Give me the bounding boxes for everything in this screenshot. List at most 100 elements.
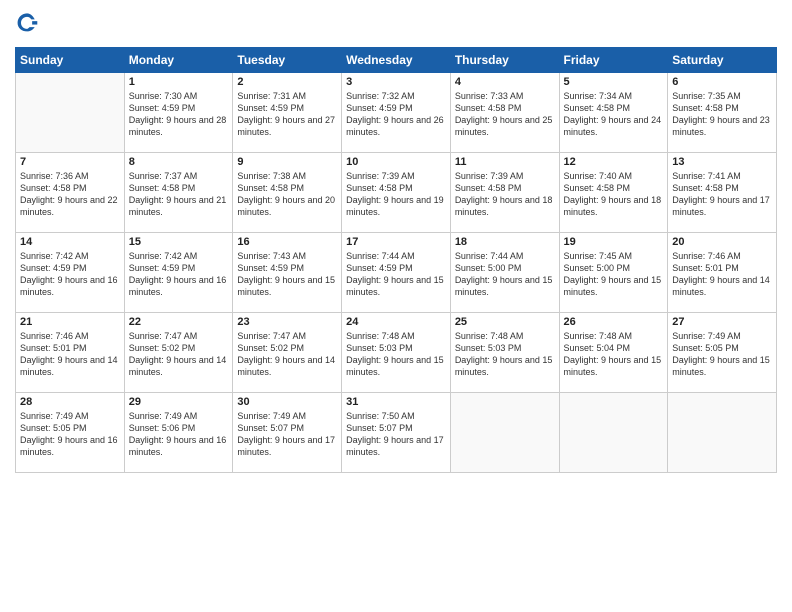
calendar-cell: 10 Sunrise: 7:39 AMSunset: 4:58 PMDayligh…	[342, 153, 451, 233]
calendar-cell	[668, 393, 777, 473]
calendar-header-saturday: Saturday	[668, 48, 777, 73]
day-number: 24	[346, 316, 446, 328]
calendar-cell: 4 Sunrise: 7:33 AMSunset: 4:58 PMDaylight…	[450, 73, 559, 153]
day-info: Sunrise: 7:48 AMSunset: 5:04 PMDaylight:…	[564, 330, 664, 379]
logo-icon	[15, 10, 39, 34]
day-info: Sunrise: 7:47 AMSunset: 5:02 PMDaylight:…	[129, 330, 229, 379]
day-info: Sunrise: 7:50 AMSunset: 5:07 PMDaylight:…	[346, 410, 446, 459]
calendar-cell: 12 Sunrise: 7:40 AMSunset: 4:58 PMDayligh…	[559, 153, 668, 233]
calendar-cell: 25 Sunrise: 7:48 AMSunset: 5:03 PMDayligh…	[450, 313, 559, 393]
calendar-cell: 30Sunrise: 7:49 AMSunset: 5:07 PMDayligh…	[233, 393, 342, 473]
day-number: 8	[129, 156, 229, 168]
day-number: 15	[129, 236, 229, 248]
calendar-cell: 24 Sunrise: 7:48 AMSunset: 5:03 PMDayligh…	[342, 313, 451, 393]
calendar-cell: 31 Sunrise: 7:50 AMSunset: 5:07 PMDayligh…	[342, 393, 451, 473]
day-info: Sunrise: 7:35 AMSunset: 4:58 PMDaylight:…	[672, 90, 772, 139]
day-info: Sunrise: 7:48 AMSunset: 5:03 PMDaylight:…	[455, 330, 555, 379]
calendar-header-tuesday: Tuesday	[233, 48, 342, 73]
day-info: Sunrise: 7:37 AMSunset: 4:58 PMDaylight:…	[129, 170, 229, 219]
day-info: Sunrise: 7:36 AMSunset: 4:58 PMDaylight:…	[20, 170, 120, 219]
calendar-page: SundayMondayTuesdayWednesdayThursdayFrid…	[0, 0, 792, 612]
calendar-cell: 21Sunrise: 7:46 AMSunset: 5:01 PMDayligh…	[16, 313, 125, 393]
day-number: 22	[129, 316, 229, 328]
day-number: 16	[237, 236, 337, 248]
calendar-cell: 28 Sunrise: 7:49 AMSunset: 5:05 PMDayligh…	[16, 393, 125, 473]
calendar-week-4: 28 Sunrise: 7:49 AMSunset: 5:05 PMDayligh…	[16, 393, 777, 473]
calendar-cell: 3 Sunrise: 7:32 AMSunset: 4:59 PMDaylight…	[342, 73, 451, 153]
calendar-header-monday: Monday	[124, 48, 233, 73]
day-number: 9	[237, 156, 337, 168]
day-info: Sunrise: 7:49 AMSunset: 5:06 PMDaylight:…	[129, 410, 229, 459]
calendar-table: SundayMondayTuesdayWednesdayThursdayFrid…	[15, 47, 777, 473]
day-number: 2	[237, 76, 337, 88]
calendar-cell: 14Sunrise: 7:42 AMSunset: 4:59 PMDayligh…	[16, 233, 125, 313]
day-number: 12	[564, 156, 664, 168]
day-info: Sunrise: 7:38 AMSunset: 4:58 PMDaylight:…	[237, 170, 337, 219]
calendar-header-sunday: Sunday	[16, 48, 125, 73]
calendar-week-1: 7 Sunrise: 7:36 AMSunset: 4:58 PMDaylight…	[16, 153, 777, 233]
day-info: Sunrise: 7:44 AMSunset: 5:00 PMDaylight:…	[455, 250, 555, 299]
day-number: 29	[129, 396, 229, 408]
day-info: Sunrise: 7:32 AMSunset: 4:59 PMDaylight:…	[346, 90, 446, 139]
calendar-cell: 23 Sunrise: 7:47 AMSunset: 5:02 PMDayligh…	[233, 313, 342, 393]
day-info: Sunrise: 7:45 AMSunset: 5:00 PMDaylight:…	[564, 250, 664, 299]
calendar-cell: 29 Sunrise: 7:49 AMSunset: 5:06 PMDayligh…	[124, 393, 233, 473]
calendar-cell	[450, 393, 559, 473]
day-info: Sunrise: 7:49 AMSunset: 5:05 PMDaylight:…	[672, 330, 772, 379]
calendar-week-0: 1 Sunrise: 7:30 AMSunset: 4:59 PMDaylight…	[16, 73, 777, 153]
calendar-cell: 6Sunrise: 7:35 AMSunset: 4:58 PMDaylight…	[668, 73, 777, 153]
calendar-cell: 2 Sunrise: 7:31 AMSunset: 4:59 PMDaylight…	[233, 73, 342, 153]
day-info: Sunrise: 7:44 AMSunset: 4:59 PMDaylight:…	[346, 250, 446, 299]
calendar-header-wednesday: Wednesday	[342, 48, 451, 73]
day-info: Sunrise: 7:46 AMSunset: 5:01 PMDaylight:…	[672, 250, 772, 299]
day-number: 17	[346, 236, 446, 248]
calendar-header-row: SundayMondayTuesdayWednesdayThursdayFrid…	[16, 48, 777, 73]
day-info: Sunrise: 7:31 AMSunset: 4:59 PMDaylight:…	[237, 90, 337, 139]
calendar-cell: 5Sunrise: 7:34 AMSunset: 4:58 PMDaylight…	[559, 73, 668, 153]
day-info: Sunrise: 7:47 AMSunset: 5:02 PMDaylight:…	[237, 330, 337, 379]
calendar-cell: 15 Sunrise: 7:42 AMSunset: 4:59 PMDayligh…	[124, 233, 233, 313]
calendar-cell: 16 Sunrise: 7:43 AMSunset: 4:59 PMDayligh…	[233, 233, 342, 313]
logo	[15, 10, 41, 39]
calendar-cell: 9 Sunrise: 7:38 AMSunset: 4:58 PMDaylight…	[233, 153, 342, 233]
day-number: 31	[346, 396, 446, 408]
day-info: Sunrise: 7:33 AMSunset: 4:58 PMDaylight:…	[455, 90, 555, 139]
day-number: 25	[455, 316, 555, 328]
day-info: Sunrise: 7:46 AMSunset: 5:01 PMDaylight:…	[20, 330, 120, 379]
calendar-week-2: 14Sunrise: 7:42 AMSunset: 4:59 PMDayligh…	[16, 233, 777, 313]
day-number: 28	[20, 396, 120, 408]
calendar-cell	[559, 393, 668, 473]
day-number: 1	[129, 76, 229, 88]
day-number: 23	[237, 316, 337, 328]
day-number: 11	[455, 156, 555, 168]
day-info: Sunrise: 7:49 AMSunset: 5:05 PMDaylight:…	[20, 410, 120, 459]
day-info: Sunrise: 7:39 AMSunset: 4:58 PMDaylight:…	[455, 170, 555, 219]
calendar-cell: 26 Sunrise: 7:48 AMSunset: 5:04 PMDayligh…	[559, 313, 668, 393]
day-info: Sunrise: 7:40 AMSunset: 4:58 PMDaylight:…	[564, 170, 664, 219]
day-info: Sunrise: 7:42 AMSunset: 4:59 PMDaylight:…	[129, 250, 229, 299]
calendar-week-3: 21Sunrise: 7:46 AMSunset: 5:01 PMDayligh…	[16, 313, 777, 393]
calendar-cell: 27Sunrise: 7:49 AMSunset: 5:05 PMDayligh…	[668, 313, 777, 393]
calendar-cell	[16, 73, 125, 153]
day-number: 3	[346, 76, 446, 88]
day-number: 19	[564, 236, 664, 248]
day-number: 7	[20, 156, 120, 168]
calendar-cell: 7 Sunrise: 7:36 AMSunset: 4:58 PMDaylight…	[16, 153, 125, 233]
day-info: Sunrise: 7:42 AMSunset: 4:59 PMDaylight:…	[20, 250, 120, 299]
day-info: Sunrise: 7:49 AMSunset: 5:07 PMDaylight:…	[237, 410, 337, 459]
day-info: Sunrise: 7:30 AMSunset: 4:59 PMDaylight:…	[129, 90, 229, 139]
day-info: Sunrise: 7:43 AMSunset: 4:59 PMDaylight:…	[237, 250, 337, 299]
day-number: 26	[564, 316, 664, 328]
day-number: 10	[346, 156, 446, 168]
day-info: Sunrise: 7:41 AMSunset: 4:58 PMDaylight:…	[672, 170, 772, 219]
day-info: Sunrise: 7:48 AMSunset: 5:03 PMDaylight:…	[346, 330, 446, 379]
calendar-cell: 8 Sunrise: 7:37 AMSunset: 4:58 PMDaylight…	[124, 153, 233, 233]
calendar-header-friday: Friday	[559, 48, 668, 73]
day-info: Sunrise: 7:39 AMSunset: 4:58 PMDaylight:…	[346, 170, 446, 219]
calendar-cell: 19 Sunrise: 7:45 AMSunset: 5:00 PMDayligh…	[559, 233, 668, 313]
day-number: 4	[455, 76, 555, 88]
calendar-cell: 11 Sunrise: 7:39 AMSunset: 4:58 PMDayligh…	[450, 153, 559, 233]
calendar-cell: 17 Sunrise: 7:44 AMSunset: 4:59 PMDayligh…	[342, 233, 451, 313]
day-number: 18	[455, 236, 555, 248]
day-info: Sunrise: 7:34 AMSunset: 4:58 PMDaylight:…	[564, 90, 664, 139]
